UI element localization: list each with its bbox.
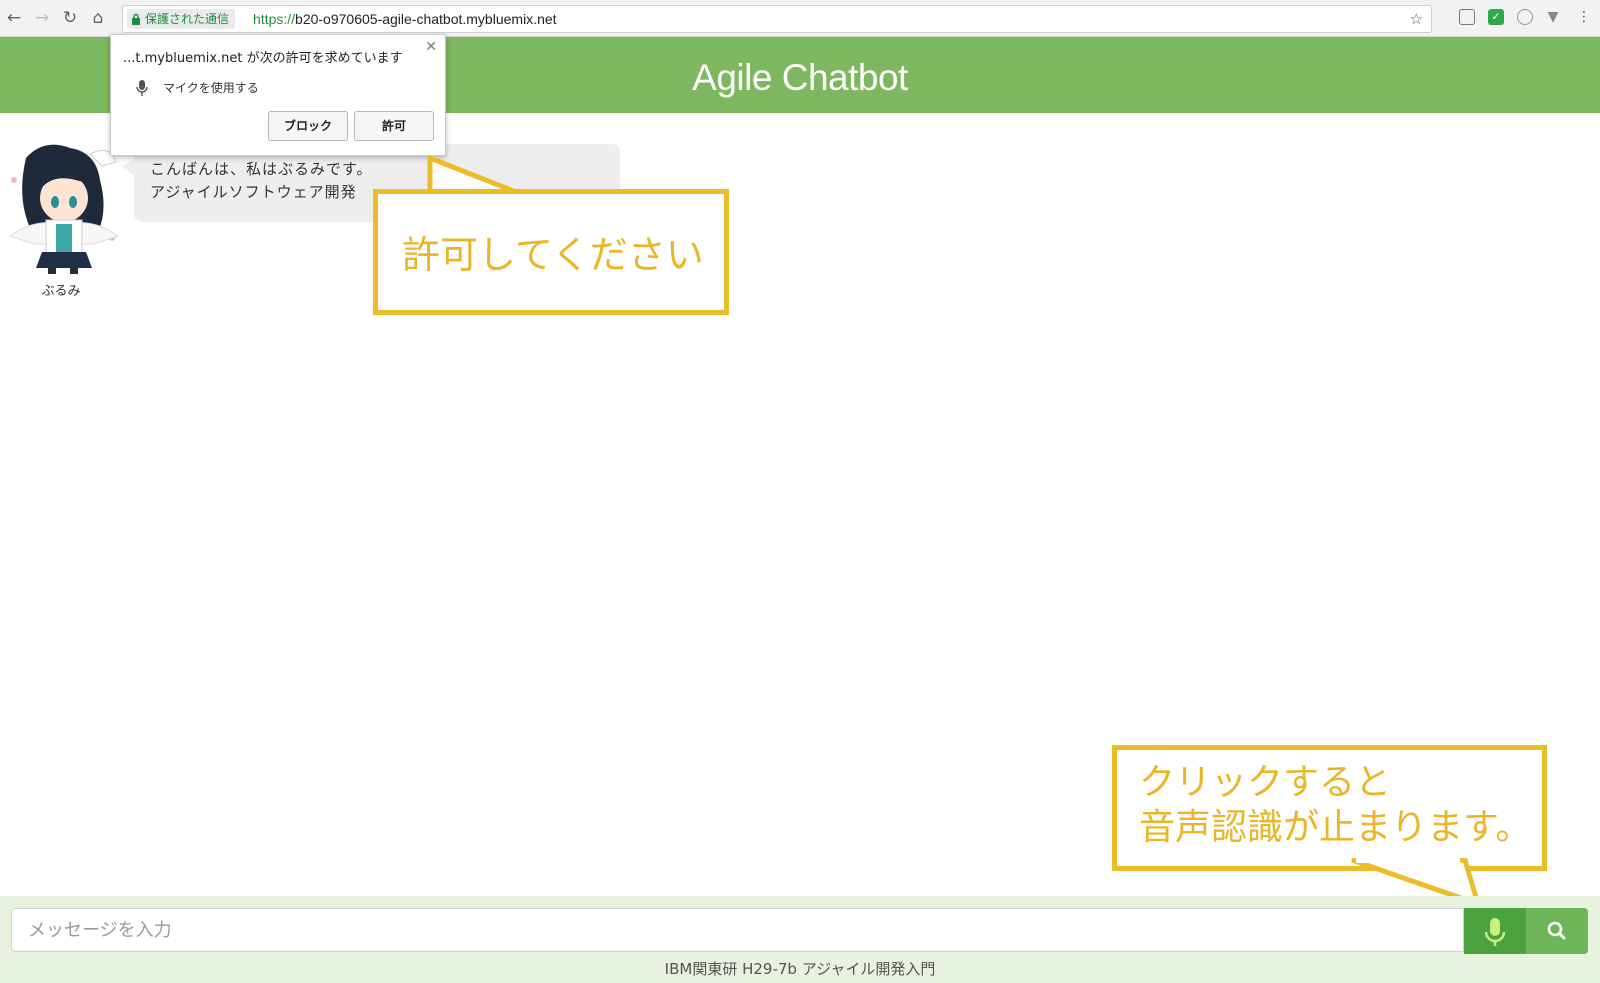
checkmark-extension-icon[interactable]: ✓ — [1488, 9, 1504, 25]
allow-button[interactable]: 許可 — [354, 111, 434, 141]
profile-extension-icon[interactable] — [1517, 9, 1533, 25]
mic-hint-text: クリックすると 音声認識が止まります。 — [1139, 762, 1532, 848]
extension-icon[interactable] — [1459, 9, 1475, 25]
footer-text: IBM関東研 H29-7b アジャイル開発入門 — [664, 960, 936, 978]
address-bar[interactable]: 保護された通信 https://b20-o970605-agile-chatbo… — [122, 5, 1432, 33]
search-icon — [1547, 921, 1566, 940]
bot-message-text: こんばんは、私はぶるみです。 アジャイルソフトウェア開発 — [150, 160, 373, 201]
allow-hint-callout: 許可してください — [373, 189, 729, 315]
secure-badge[interactable]: 保護された通信 — [127, 9, 236, 29]
close-icon[interactable]: ✕ — [425, 39, 437, 55]
mic-button[interactable] — [1464, 908, 1526, 954]
allow-hint-text: 許可してください — [402, 233, 704, 277]
microphone-icon — [1484, 918, 1506, 946]
home-icon[interactable]: ⌂ — [88, 8, 108, 28]
browser-toolbar: ← → ↻ ⌂ 保護された通信 https://b20-o970605-agil… — [0, 0, 1600, 37]
back-icon[interactable]: ← — [4, 8, 24, 28]
search-button[interactable] — [1526, 908, 1588, 954]
secure-label: 保護された通信 — [145, 12, 230, 26]
vue-extension-icon[interactable]: ▼ — [1545, 9, 1561, 25]
star-icon[interactable]: ☆ — [1410, 6, 1423, 32]
url-text[interactable]: https://b20-o970605-agile-chatbot.myblue… — [253, 6, 557, 32]
message-input[interactable] — [11, 908, 1464, 952]
bot-avatar — [8, 144, 120, 274]
block-button[interactable]: ブロック — [268, 111, 348, 141]
permission-dialog: ✕ ...t.mybluemix.net が次の許可を求めています マイクを使用… — [110, 34, 446, 156]
reload-icon[interactable]: ↻ — [60, 8, 80, 28]
permission-title: ...t.mybluemix.net が次の許可を求めています — [123, 51, 403, 66]
bot-name: ぶるみ — [41, 284, 81, 299]
permission-microphone: マイクを使用する — [163, 81, 259, 95]
menu-icon[interactable]: ⋮ — [1576, 9, 1592, 25]
lock-icon — [132, 13, 140, 25]
forward-icon[interactable]: → — [32, 8, 52, 28]
microphone-icon — [136, 80, 148, 96]
message-bar: IBM関東研 H29-7b アジャイル開発入門 — [0, 896, 1600, 983]
mic-hint-callout: クリックすると 音声認識が止まります。 — [1112, 745, 1547, 871]
